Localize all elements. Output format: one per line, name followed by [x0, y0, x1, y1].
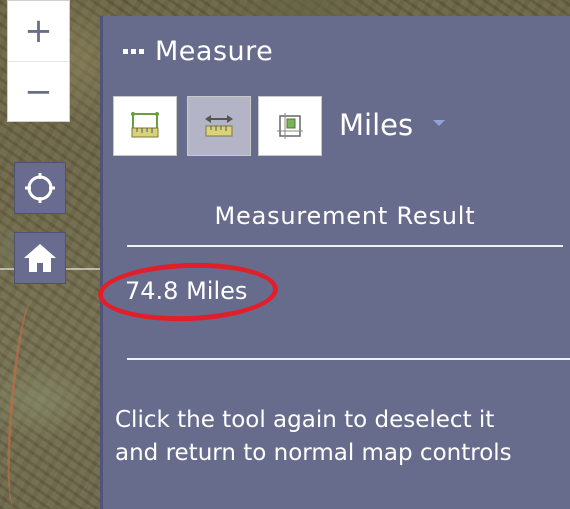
home-icon — [24, 244, 56, 272]
divider — [127, 358, 570, 360]
measurement-result-heading: Measurement Result — [214, 202, 476, 230]
zoom-out-button[interactable]: − — [8, 61, 69, 122]
location-grid-icon — [277, 113, 303, 139]
area-tool-button[interactable] — [113, 96, 177, 156]
help-text: Click the tool again to deselect it and … — [115, 404, 570, 470]
measure-panel: Measure Miles Measurement Result 74.8 Mi… — [97, 16, 570, 509]
measure-title-label: Measure — [155, 36, 274, 67]
measure-title: Measure — [123, 36, 273, 67]
zoom-in-button[interactable]: + — [8, 1, 69, 61]
units-caret-icon[interactable] — [433, 120, 445, 126]
zoom-control: + − — [7, 0, 70, 122]
divider — [127, 245, 563, 247]
distance-ruler-icon — [205, 115, 233, 137]
area-ruler-icon — [131, 112, 159, 138]
highlight-ring — [97, 259, 279, 325]
locate-button[interactable] — [14, 162, 66, 214]
home-button[interactable] — [14, 232, 66, 284]
measure-title-icon — [123, 49, 145, 54]
units-dropdown[interactable]: Miles — [339, 108, 413, 142]
help-line-2: and return to normal map controls — [115, 440, 512, 466]
help-line-1: Click the tool again to deselect it — [115, 407, 495, 433]
distance-tool-button[interactable] — [187, 96, 251, 156]
location-tool-button[interactable] — [258, 96, 322, 156]
crosshair-circle-icon — [25, 173, 55, 203]
